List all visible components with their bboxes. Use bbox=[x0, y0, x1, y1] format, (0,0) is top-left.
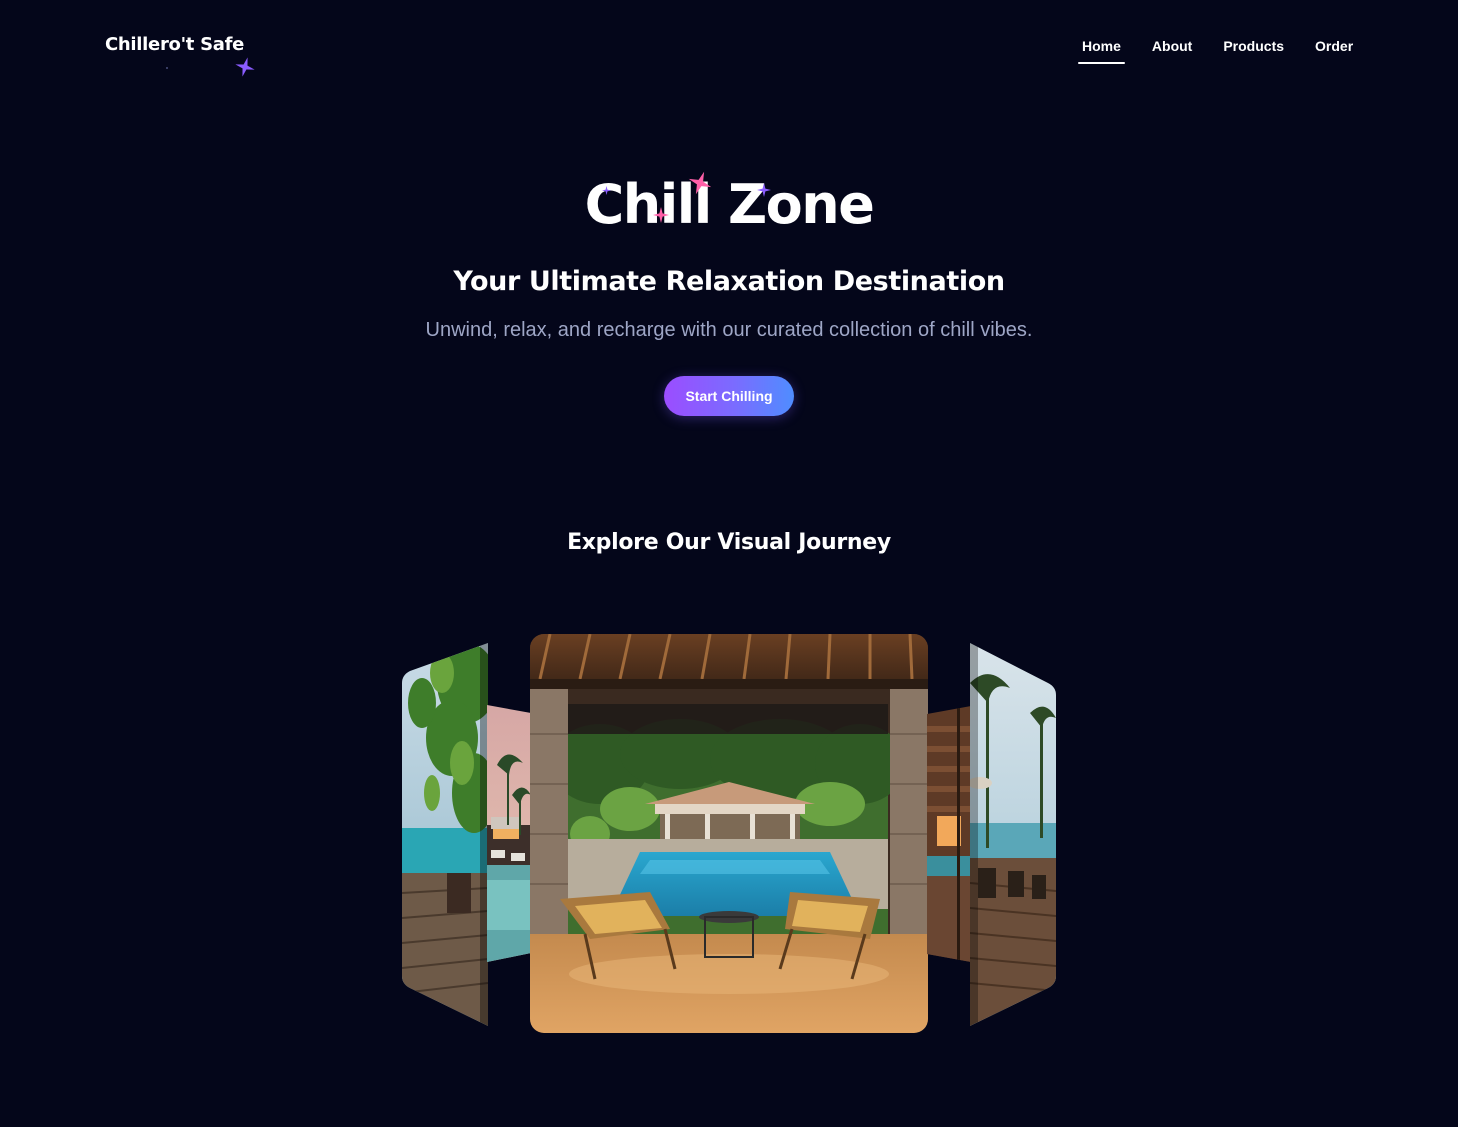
hero-description: Unwind, relax, and recharge with our cur… bbox=[425, 319, 1033, 341]
sparkle-icon bbox=[688, 171, 712, 195]
start-chilling-button[interactable]: Start Chilling bbox=[664, 376, 794, 416]
nav-home[interactable]: Home bbox=[1070, 38, 1133, 64]
slide-far-right[interactable] bbox=[970, 643, 1056, 1026]
nav-about[interactable]: About bbox=[1140, 38, 1204, 64]
main-nav: Home About Products Order bbox=[1070, 38, 1372, 64]
sparkle-icon bbox=[235, 57, 255, 77]
gallery-title: Explore Our Visual Journey bbox=[567, 530, 891, 555]
decorative-dot bbox=[166, 67, 168, 69]
page: Chillero't Safe Home About Products Orde… bbox=[0, 0, 1458, 1127]
slide-right[interactable] bbox=[927, 706, 971, 962]
hero-subtitle: Your Ultimate Relaxation Destination bbox=[453, 266, 1005, 297]
slide-left[interactable] bbox=[487, 705, 531, 962]
slide-far-left[interactable] bbox=[402, 643, 488, 1026]
nav-order[interactable]: Order bbox=[1303, 38, 1365, 64]
nav-products[interactable]: Products bbox=[1211, 38, 1296, 64]
sparkle-icon bbox=[653, 207, 669, 223]
brand-logo[interactable]: Chillero't Safe bbox=[105, 34, 244, 55]
slide-center[interactable] bbox=[530, 634, 928, 1033]
sparkle-icon bbox=[602, 186, 611, 195]
sparkle-icon bbox=[757, 183, 771, 197]
hero-title: Chill Zone bbox=[584, 173, 875, 236]
